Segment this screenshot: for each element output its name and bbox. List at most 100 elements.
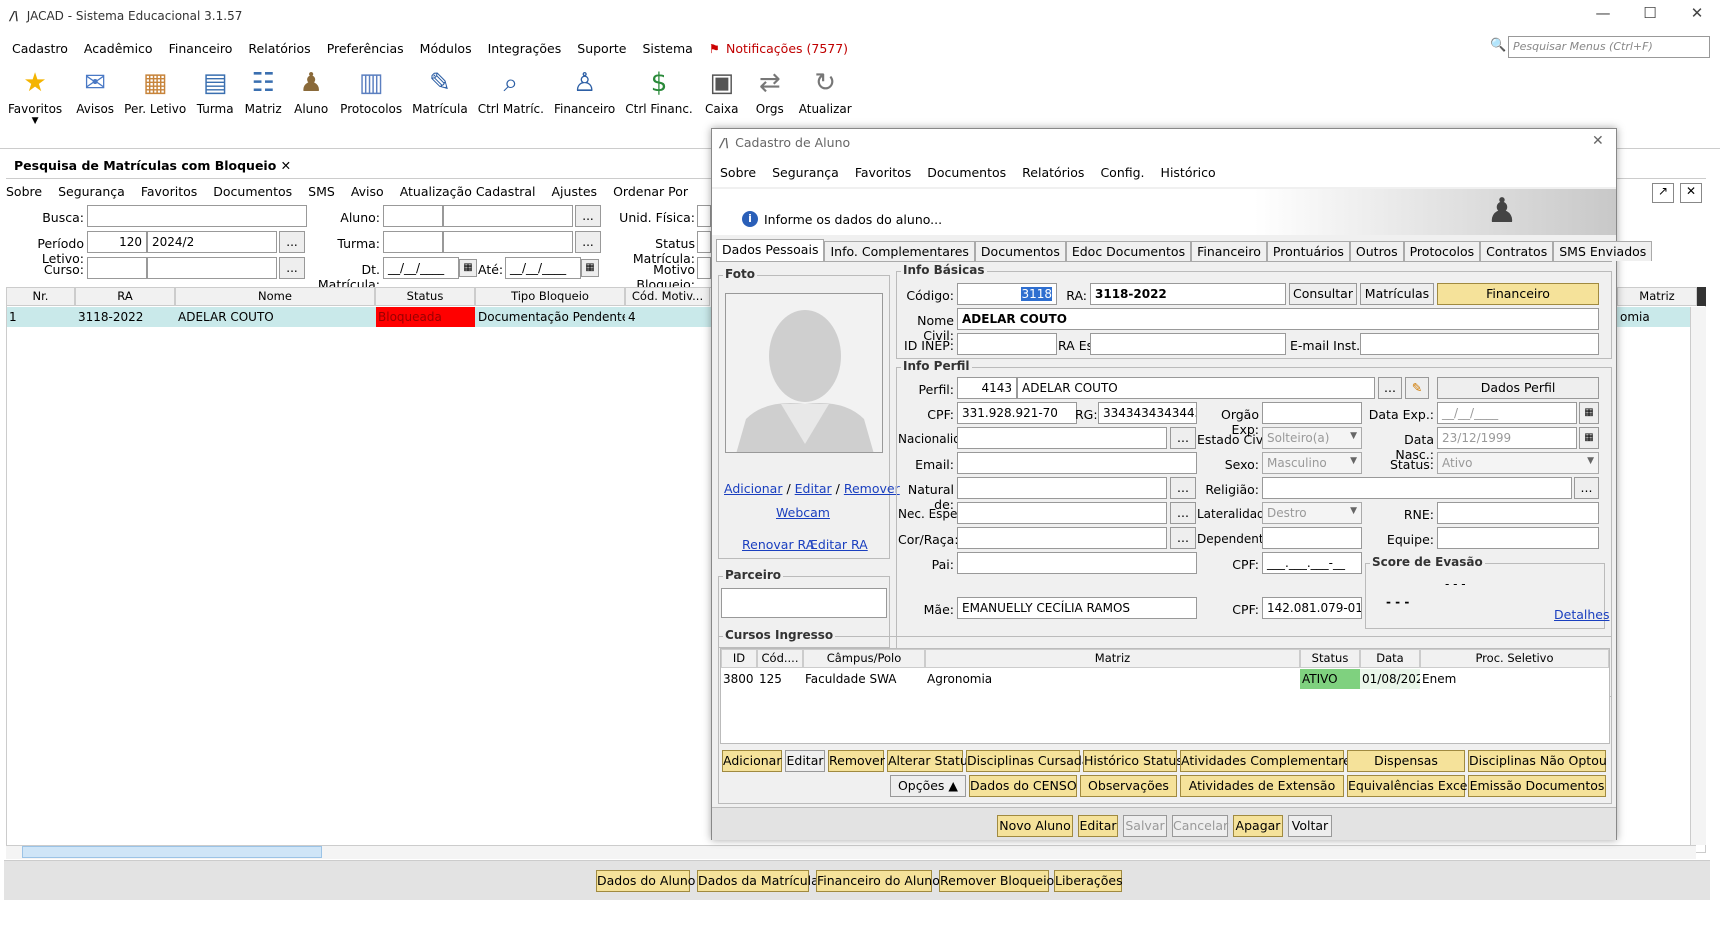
lateralidade-select[interactable]: Destro: [1262, 502, 1362, 524]
col-status[interactable]: Status: [1300, 649, 1360, 668]
menu-sobre[interactable]: Sobre: [6, 184, 42, 204]
cor-raca-lookup-button[interactable]: ...: [1170, 527, 1196, 549]
matriculas-button[interactable]: Matrículas: [1360, 283, 1434, 305]
menu-suporte[interactable]: Suporte: [577, 41, 626, 56]
toolbar-financeiro[interactable]: ♙ Financeiro: [554, 64, 615, 116]
periodo-code-input[interactable]: 120: [87, 231, 147, 253]
col-data[interactable]: Data: [1360, 649, 1420, 668]
col-id[interactable]: ID: [721, 649, 757, 668]
menu-cadastro[interactable]: Cadastro: [12, 41, 68, 56]
close-panel-icon[interactable]: ✕: [1680, 183, 1702, 203]
menu-favoritos[interactable]: Favoritos: [141, 184, 197, 204]
toolbar-protocolos[interactable]: ▥ Protocolos: [340, 64, 402, 116]
data-exp-input[interactable]: __/__/____: [1437, 402, 1577, 424]
dados-censo-button[interactable]: Dados do CENSO: [969, 775, 1077, 797]
dlg-menu-config[interactable]: Config.: [1100, 165, 1144, 180]
turma-input[interactable]: [443, 231, 573, 253]
curso-code-input[interactable]: [87, 257, 147, 279]
consultar-button[interactable]: Consultar: [1289, 283, 1357, 305]
dlg-menu-relatorios[interactable]: Relatórios: [1022, 165, 1084, 180]
toolbar-turma[interactable]: ▤ Turma: [196, 64, 234, 116]
editar-foto-link[interactable]: Editar: [795, 481, 832, 496]
toolbar-orgs[interactable]: ⇄ Orgs: [751, 64, 789, 116]
mae-input[interactable]: EMANUELLY CECÍLIA RAMOS: [957, 597, 1197, 619]
inep-input[interactable]: [957, 333, 1057, 355]
menu-sistema[interactable]: Sistema: [642, 41, 692, 56]
remover-foto-link[interactable]: Remover: [844, 481, 900, 496]
adicionar-curso-button[interactable]: Adicionar: [722, 750, 782, 772]
menu-atualizacao[interactable]: Atualização Cadastral: [400, 184, 536, 204]
remover-curso-button[interactable]: Remover: [828, 750, 885, 772]
disciplinas-cursadas-button[interactable]: Disciplinas Cursadas: [966, 750, 1096, 772]
toolbar-per-letivo[interactable]: ▦ Per. Letivo: [124, 64, 186, 116]
natural-input[interactable]: [957, 477, 1167, 499]
atividades-complementares-button[interactable]: Atividades Complementares: [1180, 750, 1357, 772]
tab-documentos[interactable]: Documentos: [974, 241, 1066, 261]
external-link-icon[interactable]: ↗: [1652, 183, 1674, 203]
financeiro-button[interactable]: Financeiro: [1437, 283, 1599, 305]
menu-ordenar[interactable]: Ordenar Por: [613, 184, 688, 204]
dlg-menu-sobre[interactable]: Sobre: [720, 165, 756, 180]
menu-sms[interactable]: SMS: [308, 184, 335, 204]
sexo-select[interactable]: Masculino: [1262, 452, 1362, 474]
email-inst-input[interactable]: [1360, 333, 1599, 355]
menu-search-input[interactable]: Pesquisar Menus (Ctrl+F): [1508, 36, 1710, 58]
calendar-icon[interactable]: ▦: [581, 259, 599, 277]
grid-settings-icon[interactable]: [1697, 287, 1706, 306]
pai-input[interactable]: [957, 552, 1197, 574]
col-campus[interactable]: Câmpus/Polo: [803, 649, 925, 668]
toolbar-favoritos[interactable]: ★ Favoritos ▼: [8, 64, 62, 126]
religiao-input[interactable]: [1262, 477, 1572, 499]
tab-financeiro[interactable]: Financeiro: [1191, 241, 1267, 261]
nacionalidade-input[interactable]: [957, 427, 1167, 449]
disciplinas-nao-optou-button[interactable]: Disciplinas Não Optou: [1468, 750, 1607, 772]
nome-civil-input[interactable]: ADELAR COUTO: [957, 308, 1599, 330]
webcam-link[interactable]: Webcam: [776, 505, 830, 520]
close-tab-icon[interactable]: ✕: [281, 158, 291, 173]
toolbar-caixa[interactable]: ▣ Caixa: [703, 64, 741, 116]
historico-status-button[interactable]: Histórico Status: [1083, 750, 1183, 772]
col-tipo[interactable]: Tipo Bloqueio: [475, 287, 625, 306]
col-nome[interactable]: Nome: [175, 287, 375, 306]
curso-input[interactable]: [147, 257, 277, 279]
col-status[interactable]: Status: [375, 287, 475, 306]
tab-sms[interactable]: SMS Enviados: [1553, 241, 1653, 261]
aluno-lookup-button[interactable]: ...: [575, 205, 601, 227]
observacoes-button[interactable]: Observações: [1080, 775, 1177, 797]
toolbar-atualizar[interactable]: ↻ Atualizar: [799, 64, 852, 116]
dlg-menu-favoritos[interactable]: Favoritos: [855, 165, 911, 180]
dados-perfil-button[interactable]: Dados Perfil: [1437, 377, 1599, 399]
tab-protocolos[interactable]: Protocolos: [1403, 241, 1481, 261]
adicionar-foto-link[interactable]: Adicionar: [724, 481, 782, 496]
opcoes-button[interactable]: Opções ▲: [890, 775, 966, 797]
vertical-scrollbar[interactable]: [1690, 307, 1706, 845]
calendar-icon[interactable]: ▦: [1579, 402, 1599, 424]
apagar-button[interactable]: Apagar: [1233, 815, 1283, 837]
tab-dados-pessoais[interactable]: Dados Pessoais: [716, 239, 825, 261]
scrollbar-thumb[interactable]: [22, 846, 322, 858]
col-nr[interactable]: Nr.: [6, 287, 75, 306]
menu-ajustes[interactable]: Ajustes: [552, 184, 598, 204]
toolbar-matriz[interactable]: ☷ Matriz: [244, 64, 282, 116]
rg-input[interactable]: 3343434343443434: [1098, 402, 1197, 424]
dependentes-input[interactable]: [1262, 527, 1362, 549]
maximize-icon[interactable]: ☐: [1637, 4, 1663, 22]
detalhes-link[interactable]: Detalhes: [1554, 607, 1609, 622]
minimize-icon[interactable]: —: [1590, 4, 1616, 22]
calendar-icon[interactable]: ▦: [1579, 427, 1599, 449]
novo-aluno-button[interactable]: Novo Aluno: [997, 815, 1073, 837]
cor-raca-input[interactable]: [957, 527, 1167, 549]
col-matriz[interactable]: Matriz: [925, 649, 1300, 668]
tab-contratos[interactable]: Contratos: [1480, 241, 1554, 261]
dlg-menu-historico[interactable]: Histórico: [1161, 165, 1216, 180]
menu-financeiro[interactable]: Financeiro: [169, 41, 233, 56]
search-tab[interactable]: Pesquisa de Matrículas com Bloqueio ✕: [6, 154, 299, 176]
ra-input[interactable]: 3118-2022: [1090, 283, 1286, 305]
alterar-status-button[interactable]: Alterar Status: [887, 750, 974, 772]
menu-academico[interactable]: Acadêmico: [84, 41, 153, 56]
cpf-pai-input[interactable]: ___.___.___-__: [1262, 552, 1362, 574]
menu-preferencias[interactable]: Preferências: [327, 41, 404, 56]
emissao-documentos-button[interactable]: Emissão Documentos: [1468, 775, 1606, 797]
col-ra[interactable]: RA: [75, 287, 175, 306]
col-proc[interactable]: Proc. Seletivo: [1420, 649, 1609, 668]
